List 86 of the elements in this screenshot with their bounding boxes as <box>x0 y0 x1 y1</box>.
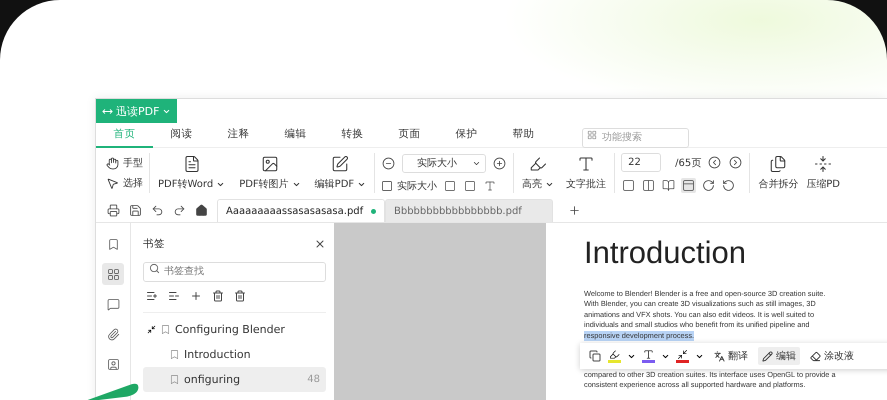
bookmark-item[interactable]: Configuring Blender <box>143 317 326 342</box>
zoom-select[interactable]: 实际大小 <box>402 154 486 172</box>
underline-color-button[interactable] <box>642 349 655 364</box>
file-tool-button[interactable]: 合并拆分 <box>756 155 800 191</box>
menu-tab[interactable]: 保护 <box>438 122 495 148</box>
close-icon[interactable] <box>314 238 326 250</box>
feature-search-field[interactable]: 功能搜索 <box>582 128 689 148</box>
delete-all-button[interactable] <box>233 288 247 302</box>
view-mode-button[interactable] <box>621 178 636 193</box>
highlight-icon <box>609 349 620 360</box>
image-file-icon <box>260 155 279 173</box>
view-mode-button[interactable] <box>641 178 656 193</box>
convert-button[interactable]: PDF转Word <box>156 155 228 191</box>
bookmark-label: Configuring Blender <box>175 323 285 336</box>
sidebar-tool-button[interactable] <box>102 263 124 285</box>
menu-tab[interactable]: 帮助 <box>495 122 552 148</box>
collapse-icon[interactable] <box>147 325 156 334</box>
toolbar-action-button[interactable]: 编辑 <box>758 347 800 366</box>
compress-icon <box>814 155 832 173</box>
edit-icon <box>331 155 350 173</box>
save-button[interactable] <box>128 202 143 218</box>
fit-text-button[interactable] <box>483 178 498 192</box>
eraser-icon <box>810 350 821 362</box>
document-tab[interactable]: Bbbbbbbbbbbbbbbbb.pdf <box>385 199 553 222</box>
zoom-in-button[interactable] <box>492 156 508 170</box>
next-page-button[interactable] <box>728 155 744 170</box>
delete-button[interactable] <box>211 288 225 302</box>
mode-button[interactable]: 选择 <box>106 176 143 190</box>
pages-icon <box>769 155 788 173</box>
signature-icon <box>106 358 120 370</box>
document-icon <box>182 155 201 173</box>
strike-color-button[interactable] <box>676 349 689 364</box>
page-number: 48 <box>307 374 320 385</box>
menu-tab[interactable]: 阅读 <box>153 122 210 148</box>
fit-width-button[interactable] <box>463 178 478 192</box>
bookmark-label: Introduction <box>184 348 251 361</box>
file-tool-button[interactable]: 压缩PD <box>804 155 842 191</box>
highlight-color-button[interactable] <box>608 349 621 364</box>
menu-tab[interactable]: 页面 <box>381 122 438 148</box>
convert-button[interactable]: 编辑PDF <box>312 155 368 191</box>
bookmark-item[interactable]: onfiguring 48 <box>143 367 326 392</box>
panel-title: 书签 <box>143 237 165 251</box>
stylus-drawing <box>86 382 141 400</box>
view-mode-button[interactable] <box>681 178 696 193</box>
bookmark-icon <box>169 374 180 385</box>
convert-button[interactable]: PDF转图片 <box>237 155 303 191</box>
edit-icon <box>762 350 773 362</box>
toolbar-action-button[interactable]: 翻译 <box>710 347 752 366</box>
menu-tab[interactable]: 转换 <box>324 122 381 148</box>
markup-button[interactable]: 文字批注 <box>564 155 608 191</box>
translate-icon <box>714 350 725 362</box>
highlighter-icon <box>529 155 548 173</box>
thumbnails-icon <box>106 268 120 280</box>
underline-icon <box>643 349 654 360</box>
copy-button[interactable] <box>588 349 602 364</box>
toolbar-action-button[interactable]: 涂改液 <box>806 347 858 366</box>
hand-icon <box>106 156 119 170</box>
print-button[interactable] <box>106 202 121 218</box>
attachment-icon <box>106 328 120 340</box>
markup-button[interactable]: 高亮 <box>520 155 556 191</box>
bookmark-icon <box>169 349 180 360</box>
comment-icon <box>106 298 120 310</box>
zoom-out-button[interactable] <box>381 156 396 170</box>
pointer-icon <box>106 176 119 190</box>
mode-button[interactable]: 手型 <box>106 156 143 170</box>
bookmark-search-field[interactable]: 书签查找 <box>143 262 326 282</box>
view-mode-button[interactable] <box>661 178 676 193</box>
bookmark-label: onfiguring <box>184 373 240 386</box>
bookmark-icon <box>160 324 171 335</box>
redo-button[interactable] <box>172 202 187 218</box>
fit-page-button[interactable] <box>443 178 458 192</box>
rotate-clockwise-button[interactable] <box>701 178 716 193</box>
previous-page-button[interactable] <box>707 155 722 170</box>
page-number-field[interactable]: 22 <box>621 153 662 172</box>
document-tab[interactable]: Aaaaaaaaassasasasasa.pdf <box>217 199 385 222</box>
actual-size-button[interactable]: 实际大小 <box>381 178 438 192</box>
rotate-counterclockwise-button[interactable] <box>721 178 736 193</box>
page-heading: Introduction <box>584 235 747 271</box>
home-button[interactable] <box>194 202 209 218</box>
undo-button[interactable] <box>150 202 165 218</box>
menu-tab[interactable]: 编辑 <box>267 122 324 148</box>
bookmark-item[interactable]: Introduction <box>143 342 326 367</box>
page-total: /65页 <box>675 156 702 170</box>
bookmark-icon <box>106 238 120 250</box>
menu-tab[interactable]: 注释 <box>210 122 267 148</box>
text-icon <box>577 155 596 173</box>
